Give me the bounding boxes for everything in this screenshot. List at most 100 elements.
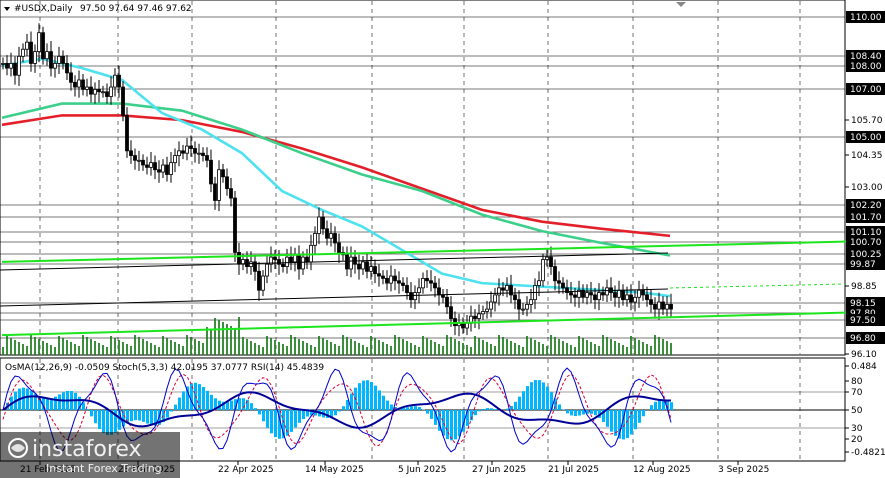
volume-bar — [638, 340, 640, 355]
candle-body — [289, 256, 293, 263]
volume-bar — [374, 338, 376, 355]
candle-body — [49, 51, 53, 69]
volume-bar — [554, 337, 556, 355]
candle-body — [265, 263, 269, 277]
volume-bar — [610, 339, 612, 355]
volume-bar — [470, 347, 472, 355]
osma-bar — [262, 410, 265, 422]
candle-body — [101, 91, 105, 94]
candle-body — [45, 51, 49, 60]
candle-body — [349, 256, 353, 270]
candle-body — [81, 79, 85, 90]
volume-bar — [526, 336, 528, 355]
candle-body — [485, 308, 489, 312]
candle-body — [281, 263, 285, 267]
candle-body — [57, 55, 61, 64]
brand-name: instaforex — [32, 437, 142, 462]
candle-body — [209, 159, 213, 185]
osma-bar — [654, 401, 657, 410]
osma-bar — [454, 410, 457, 440]
osma-bar — [542, 382, 545, 410]
candle-body — [405, 285, 409, 293]
candle-body — [109, 86, 113, 97]
volume-bar — [114, 338, 116, 355]
volume-bar — [614, 341, 616, 355]
price-label: 104.35 — [851, 151, 883, 161]
volume-bar — [326, 340, 328, 355]
candle-body — [529, 299, 533, 305]
osma-bar — [526, 386, 529, 410]
volume-bar — [458, 341, 460, 355]
candle-body — [29, 41, 33, 64]
volume-bar — [134, 335, 136, 355]
volume-bar — [318, 336, 320, 355]
volume-bar — [206, 327, 208, 355]
candle-body — [517, 299, 521, 310]
candle-body — [145, 164, 149, 168]
volume-bar — [530, 338, 532, 355]
indicator-header: OsMA(12,26,9) -0.0509 Stoch(5,3,3) 42.01… — [5, 363, 324, 373]
volume-bar — [506, 339, 508, 355]
volume-bar — [210, 329, 212, 355]
forex-chart: 110.00108.40108.00107.00105.70105.00104.… — [0, 0, 885, 478]
price-label: 110.00 — [850, 13, 882, 23]
volume-bar — [146, 341, 148, 355]
volume-bar — [338, 346, 340, 355]
volume-bar — [78, 346, 80, 355]
volume-bar — [30, 335, 32, 355]
candle-body — [585, 292, 589, 298]
candle-body — [637, 289, 641, 298]
price-label: 97.50 — [850, 316, 876, 326]
osma-bar — [46, 398, 49, 410]
volume-bar — [330, 342, 332, 355]
volume-bar — [90, 339, 92, 355]
osma-bar — [358, 383, 361, 410]
candle-body — [525, 303, 529, 310]
candle-body — [233, 197, 237, 253]
volume-bar — [398, 337, 400, 355]
candle-body — [257, 270, 261, 291]
osma-bar — [166, 410, 169, 418]
volume-bar — [222, 322, 224, 355]
osma-bar — [610, 410, 613, 432]
volume-bar — [534, 340, 536, 355]
candle-body — [413, 292, 417, 301]
candle-body — [613, 292, 617, 298]
candle-body — [605, 287, 609, 296]
candle-body — [121, 86, 125, 116]
volume-bar — [426, 338, 428, 355]
candle-body — [261, 275, 265, 291]
volume-bar — [126, 344, 128, 355]
volume-bar — [218, 320, 220, 355]
osma-bar — [566, 410, 569, 414]
candle-body — [597, 292, 601, 301]
osma-bar — [270, 410, 273, 434]
price-label: 102.20 — [850, 201, 882, 211]
osma-bar — [366, 380, 369, 410]
date-label: 3 Sep 2025 — [718, 465, 769, 475]
volume-bar — [42, 341, 44, 355]
volume-bar — [214, 318, 216, 355]
volume-bar — [450, 337, 452, 355]
osma-bar — [290, 410, 293, 432]
volume-bar — [382, 342, 384, 355]
volume-bar — [362, 345, 364, 355]
volume-bar — [250, 341, 252, 355]
candle-body — [197, 152, 201, 155]
volume-bar — [642, 342, 644, 355]
volume-bar — [150, 343, 152, 355]
osma-bar — [590, 410, 593, 414]
osma-bar — [534, 380, 537, 410]
osma-bar — [170, 410, 173, 412]
volume-bar — [10, 338, 12, 355]
brand-watermark: instaforex Instant Forex Trading — [0, 432, 180, 478]
price-label: 107.00 — [850, 85, 882, 95]
candle-body — [373, 266, 377, 275]
candle-body — [389, 275, 393, 284]
volume-bar — [566, 343, 568, 355]
volume-bar — [34, 337, 36, 355]
price-pane — [0, 0, 885, 356]
candle-body — [189, 145, 193, 149]
volume-bar — [386, 344, 388, 355]
volume-bar — [482, 340, 484, 355]
